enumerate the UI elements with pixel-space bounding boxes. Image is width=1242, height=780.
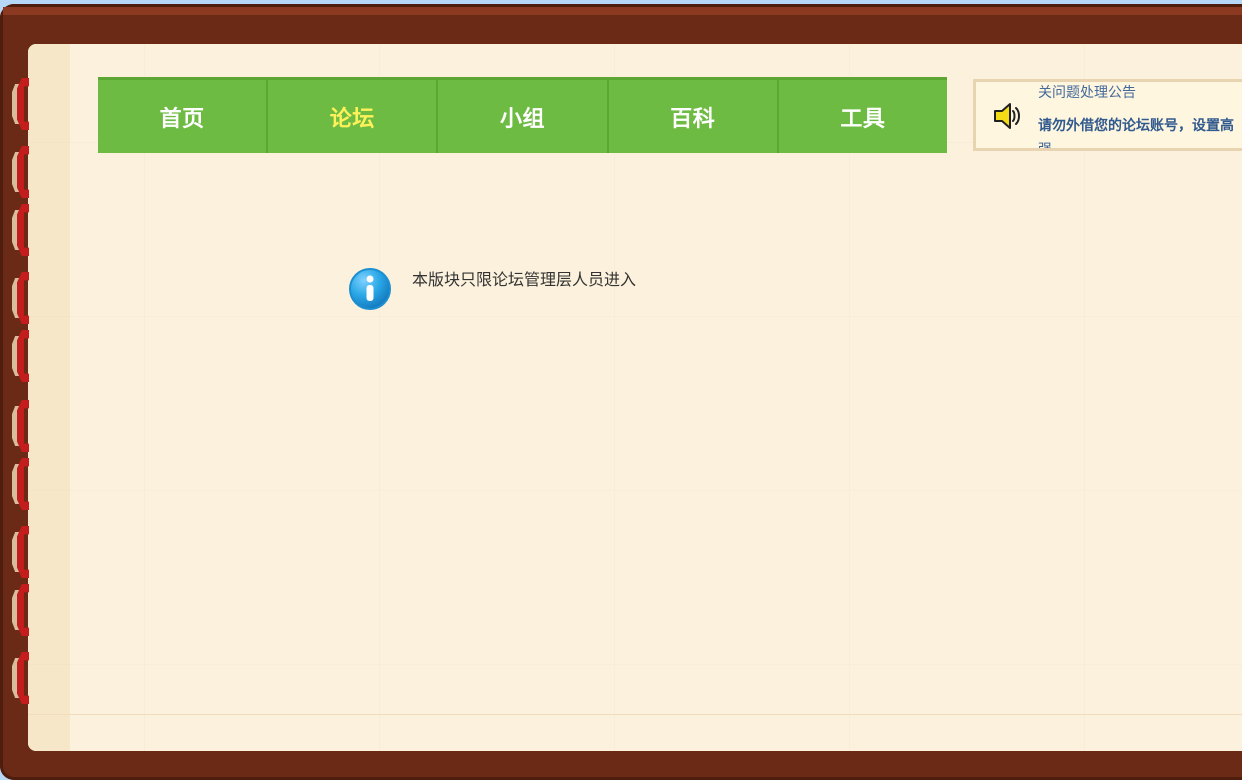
binding-ring (10, 400, 34, 452)
binding-ring-metal (17, 458, 29, 510)
info-icon (349, 268, 391, 310)
restriction-text: 本版块只限论坛管理层人员进入 (412, 270, 637, 289)
main-navigation: 首页 论坛 小组 百科 工具 (98, 77, 947, 153)
nav-tools[interactable]: 工具 (779, 80, 947, 153)
binding-ring (10, 78, 34, 130)
access-restriction-message: 本版块只限论坛管理层人员进入 (348, 267, 636, 311)
speaker-icon (994, 103, 1020, 129)
nav-forum[interactable]: 论坛 (268, 80, 439, 153)
binding-ring-metal (17, 584, 29, 636)
nav-wiki[interactable]: 百科 (609, 80, 779, 153)
binding-ring (10, 652, 34, 704)
previous-announcement[interactable]: 关问题处理公告 (1038, 82, 1136, 102)
binding-ring-metal (17, 78, 29, 130)
binding-ring-metal (17, 400, 29, 452)
binding-ring (10, 584, 34, 636)
binding-ring-metal (17, 146, 29, 198)
current-announcement[interactable]: 请勿外借您的论坛账号，设置高 (1038, 115, 1234, 135)
binding-ring (10, 458, 34, 510)
nav-home[interactable]: 首页 (98, 80, 269, 153)
binding-ring (10, 204, 34, 256)
next-announcement[interactable]: 强 (1038, 139, 1052, 148)
binding-ring-metal (17, 526, 29, 578)
binding-ring (10, 330, 34, 382)
binding-ring (10, 146, 34, 198)
binding-ring-metal (17, 652, 29, 704)
binding-ring-metal (17, 272, 29, 324)
binding-ring-metal (17, 204, 29, 256)
notebook-binding (10, 40, 44, 704)
nav-groups[interactable]: 小组 (438, 80, 609, 153)
binding-ring (10, 272, 34, 324)
binding-ring-metal (17, 330, 29, 382)
announcement-ticker[interactable]: 关问题处理公告 请勿外借您的论坛账号，设置高 强 (973, 79, 1242, 151)
binding-ring (10, 526, 34, 578)
